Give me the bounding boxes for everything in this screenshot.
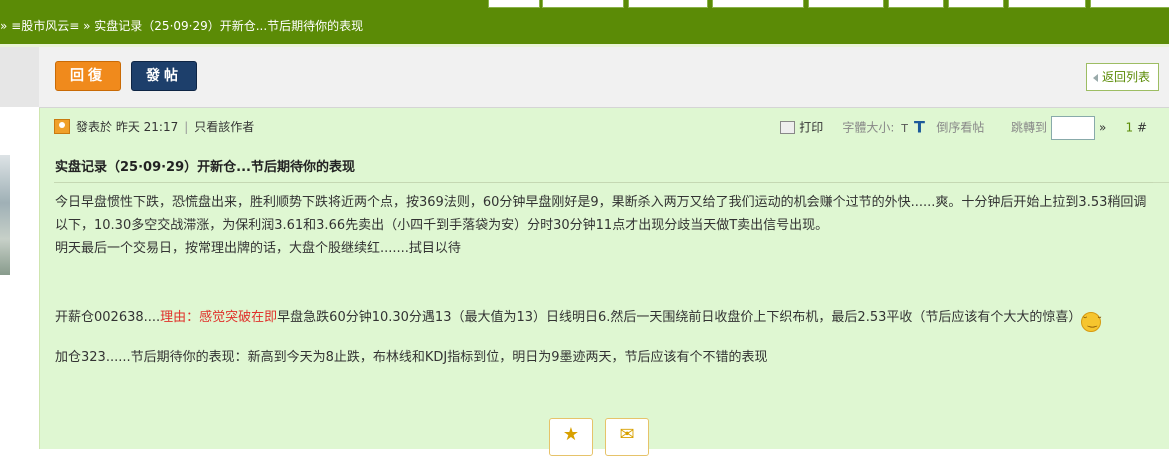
post-paragraph: 加仓323......节后期待你的表现：新高到今天为8止跌，布林线和KDJ指标到… <box>55 350 768 365</box>
right-divider <box>1153 182 1169 183</box>
top-header-bar: » ≡股市风云≡ » 实盘记录（25·09·29）开新仓...节后期待你的表现 <box>0 0 1169 44</box>
nav-tab-slot[interactable] <box>1008 0 1086 8</box>
nav-tab-slot[interactable] <box>542 0 624 8</box>
back-to-list-label: 返回列表 <box>1101 70 1150 84</box>
post-title: 实盘记录（25·09·29）开新仓...节后期待你的表现 <box>55 160 355 175</box>
printer-icon[interactable] <box>780 120 796 134</box>
nav-tab-slot[interactable] <box>1090 0 1169 8</box>
nav-tab-slot[interactable] <box>712 0 804 8</box>
thread-toolbar: 回復 發帖 返回列表 <box>39 47 1169 108</box>
post-highlight-text: 理由：感觉突破在即 <box>160 310 278 325</box>
nav-tab-slot[interactable] <box>948 0 1004 8</box>
nav-tab-slot[interactable] <box>488 0 540 8</box>
nav-tab-slot[interactable] <box>888 0 944 8</box>
breadcrumb: » ≡股市风云≡ » 实盘记录（25·09·29）开新仓...节后期待你的表现 <box>0 17 363 34</box>
post-body: 今日早盘惯性下跌，恐慌盘出来，胜利顺势下跌将近两个点，按369法则，60分钟早盘… <box>55 191 1147 369</box>
post-paragraph: 明天最后一个交易日，按常理出牌的话，大盘个股继续红.......拭目以待 <box>55 241 461 256</box>
back-to-list-button[interactable]: 返回列表 <box>1085 63 1159 91</box>
left-gutter <box>0 47 39 107</box>
font-large-button[interactable]: T <box>914 118 925 137</box>
jump-to-label: 跳轉到 <box>1011 120 1048 135</box>
nav-tab-slot[interactable] <box>808 0 884 8</box>
floor-number[interactable]: 1 <box>1125 121 1133 135</box>
star-icon: ★ <box>562 424 580 445</box>
favorite-button[interactable]: ★ <box>549 418 593 456</box>
new-post-button[interactable]: 發帖 <box>131 61 197 91</box>
jump-go-button[interactable]: » <box>1099 121 1106 135</box>
breadcrumb-separator: » <box>0 19 8 33</box>
user-icon <box>54 119 70 134</box>
font-size-label: 字體大小: <box>842 120 895 135</box>
reverse-order-link[interactable]: 倒序看帖 <box>936 121 984 135</box>
breadcrumb-thread-link[interactable]: 实盘记录（25·09·29）开新仓...节后期待你的表现 <box>94 19 363 33</box>
shy-face-icon: ˘‿˘ <box>1081 312 1102 332</box>
post-content-area: 發表於 昨天 21:17 | 只看該作者 打印 字體大小: TT 倒序看帖 跳轉到 »… <box>40 108 1153 456</box>
jump-to-floor-input[interactable] <box>1051 116 1096 140</box>
post-meta: 發表於 昨天 21:17 | 只看該作者 <box>54 118 254 135</box>
meta-divider: | <box>184 120 189 134</box>
post-tools: 打印 字體大小: TT 倒序看帖 跳轉到 » 1 # <box>780 116 1147 140</box>
title-divider <box>54 182 1153 183</box>
author-avatar-image[interactable] <box>0 155 10 275</box>
print-link[interactable]: 打印 <box>799 121 823 135</box>
post-text: 早盘急跌60分钟10.30分遇13（最大值为13）日线明日6.然后一天围绕前日收… <box>277 310 1082 325</box>
breadcrumb-forum-link[interactable]: ≡股市风云≡ <box>11 19 79 33</box>
posted-prefix: 發表於 <box>76 120 113 134</box>
right-gutter <box>1153 108 1169 449</box>
posted-time: 昨天 21:17 <box>115 120 179 134</box>
only-author-link[interactable]: 只看該作者 <box>194 120 254 134</box>
share-button[interactable]: ✉ <box>605 418 649 456</box>
font-small-button[interactable]: T <box>901 122 908 135</box>
nav-tab-slot[interactable] <box>628 0 708 8</box>
post-paragraph: 今日早盘惯性下跌，恐慌盘出来，胜利顺势下跌将近两个点，按369法则，60分钟早盘… <box>55 195 1147 233</box>
floor-suffix: # <box>1136 120 1147 135</box>
post-text: 开薪仓002638.... <box>55 310 161 325</box>
reply-button[interactable]: 回復 <box>55 61 121 91</box>
breadcrumb-separator: » <box>83 19 91 33</box>
post-paragraph: 开薪仓002638....理由：感觉突破在即早盘急跌60分钟10.30分遇13（… <box>55 306 1147 332</box>
back-arrow-icon <box>1092 73 1098 82</box>
envelope-icon: ✉ <box>619 424 635 445</box>
